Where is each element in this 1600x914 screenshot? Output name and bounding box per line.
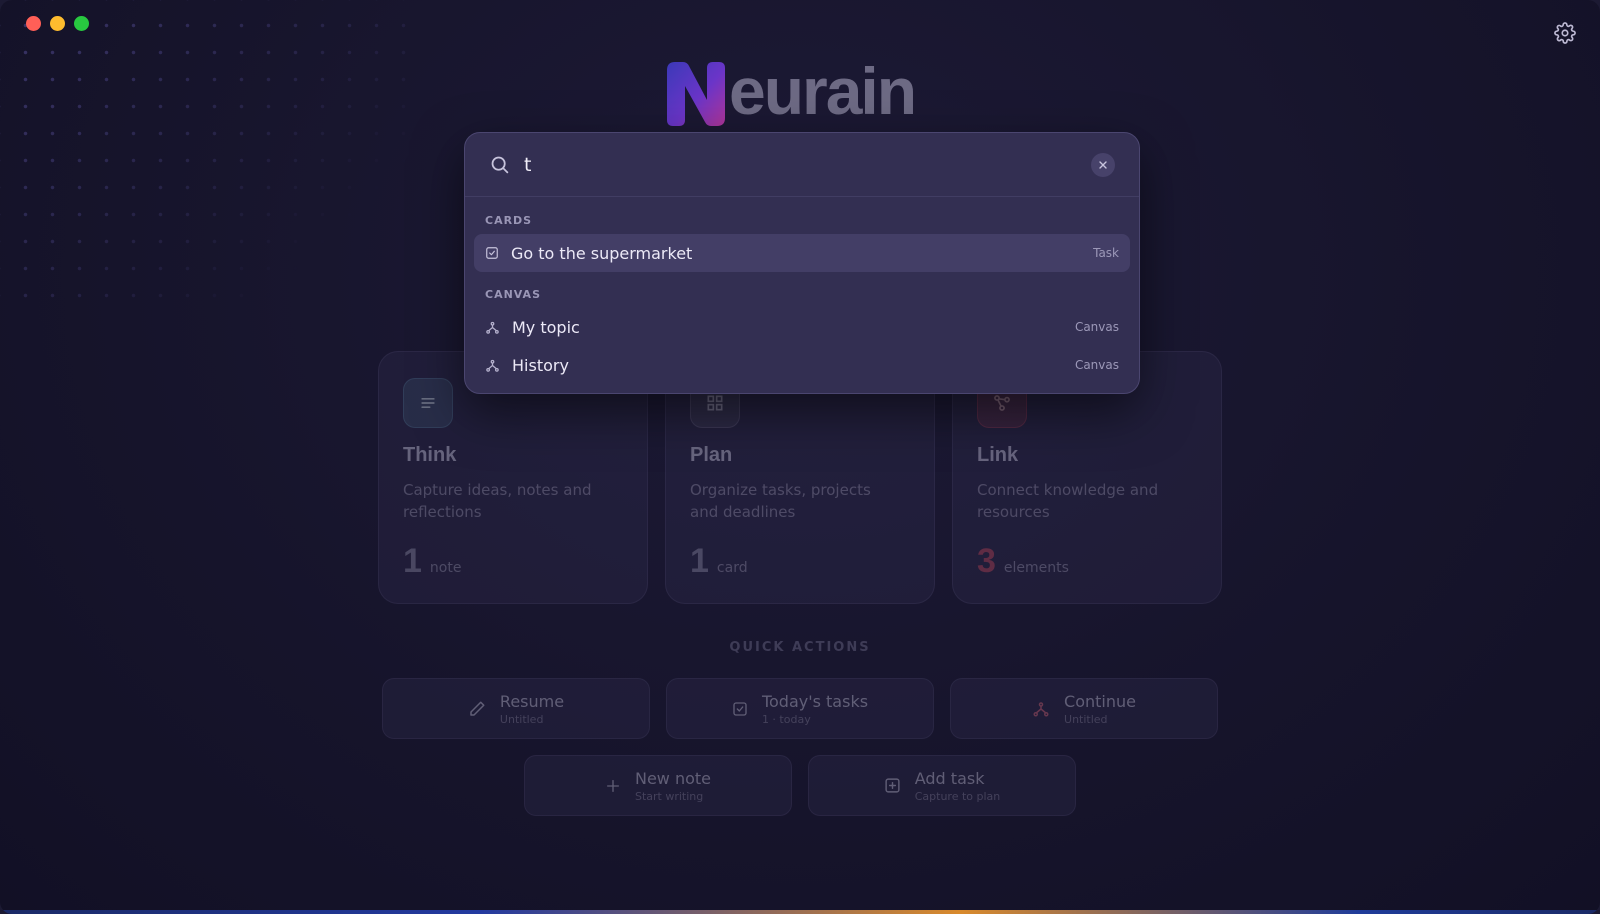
module-description: Capture ideas, notes and reflections [403,481,592,521]
minimize-window-button[interactable] [50,16,65,31]
checkbox-icon [733,701,747,716]
quick-actions-title: QUICK ACTIONS [729,640,871,655]
search-palette: CARDS Go to the supermarket Task CANVAS … [464,132,1140,394]
count-unit: note [429,560,462,576]
action-label: New note [634,768,712,788]
fork-icon [1033,701,1049,716]
maximize-window-button[interactable] [74,16,89,31]
plus-square-icon [885,778,900,793]
module-title: Plan [690,444,733,466]
dock-strip [0,910,1600,914]
dot-pattern [0,0,420,300]
result-type: Task [1093,246,1119,260]
plus-icon [606,779,619,792]
module-count: 3 elements [977,542,1069,581]
action-label: Today's tasks [761,691,869,711]
new-note-button[interactable]: New note Start writing [524,755,792,816]
action-sub: Start writing [634,789,704,803]
search-result[interactable]: My topic Canvas [474,308,1130,346]
count-number: 1 [690,542,709,580]
search-result[interactable]: Go to the supermarket Task [474,234,1130,272]
action-sub: 1 · today [761,712,811,726]
window-controls [26,16,89,31]
search-bar [465,133,1139,197]
app-window: eurain Think Capture ideas, notes and re… [0,0,1600,914]
gear-icon[interactable] [1554,22,1576,44]
count-number: 1 [403,542,422,580]
result-label: Go to the supermarket [511,243,693,263]
todays-tasks-button[interactable]: Today's tasks 1 · today [666,678,934,739]
module-description: Organize tasks, projects and deadlines [690,481,871,521]
section-label-cards: CARDS [485,214,533,227]
result-label: My topic [512,317,580,337]
close-window-button[interactable] [26,16,41,31]
logo-mark-icon [667,62,725,126]
pencil-icon [470,701,485,716]
result-type: Canvas [1074,320,1119,334]
action-sub: Untitled [1064,712,1108,726]
action-sub: Untitled [499,712,544,726]
close-icon [1099,160,1107,169]
resume-button[interactable]: Resume Untitled [382,678,650,739]
action-label: Resume [499,691,565,711]
continue-button[interactable]: Continue Untitled [950,678,1218,739]
module-count: 1 note [403,542,461,581]
action-label: Continue [1064,691,1136,711]
module-title: Think [403,444,457,466]
module-count: 1 card [690,542,748,581]
count-unit: elements [1003,560,1069,576]
checkbox-icon [486,247,498,259]
count-number: 3 [977,542,996,580]
search-input[interactable] [524,153,1091,176]
module-description: Connect knowledge and resources [977,481,1159,521]
section-label-canvas: CANVAS [485,288,541,301]
result-type: Canvas [1074,358,1119,372]
action-label: Add task [914,768,985,788]
action-sub: Capture to plan [914,789,1001,803]
search-result[interactable]: History Canvas [474,346,1130,384]
add-task-button[interactable]: Add task Capture to plan [808,755,1076,816]
count-unit: card [716,560,748,576]
fork-icon [486,321,499,334]
module-title: Link [977,444,1019,466]
app-logo: eurain [665,52,917,128]
result-label: History [512,355,569,375]
clear-search-button[interactable] [1091,152,1115,177]
search-icon [491,156,509,174]
lines-icon [403,378,453,428]
logo-wordmark: eurain [729,54,917,128]
fork-icon [486,359,499,372]
